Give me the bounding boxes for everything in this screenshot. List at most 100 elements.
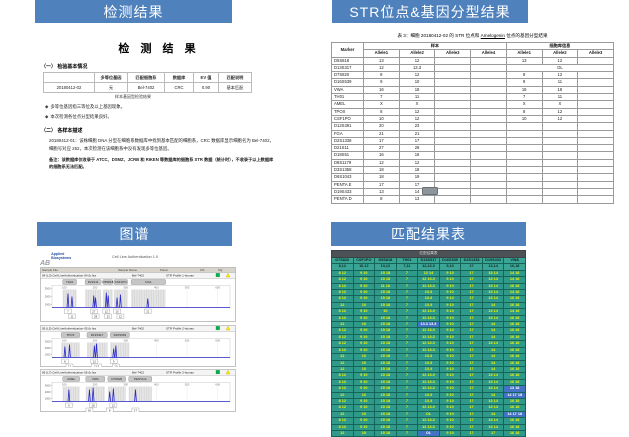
svg-text:2000: 2000 — [45, 390, 51, 394]
marker-row: D13S3171213.3 OL — [332, 64, 614, 71]
match-row[interactable]: 121015 187OL9 10171716 18 — [332, 430, 526, 436]
match-row[interactable]: 8 129 1010712 13.39 101713 1414 18 — [332, 309, 526, 315]
svg-text:X: X — [68, 403, 70, 407]
marker-column-header: D2S1338 — [461, 258, 483, 264]
svg-text:200: 200 — [93, 286, 98, 290]
cell: 20180412-02 — [44, 83, 95, 93]
sample-allele — [435, 167, 471, 174]
trace-panel: 06 (L7) Cell-LineAuthentication-06 (b.fs… — [40, 369, 236, 412]
column-header: EV 值 — [194, 73, 219, 83]
marker-name: D18S51 — [332, 152, 364, 159]
marker-name: D16S539 — [332, 79, 364, 86]
db-allele: 11 — [542, 79, 578, 86]
match-row[interactable]: 8 129 1015 18712 13.39 101713 1416 18 — [332, 405, 526, 411]
svg-text:TH01: TH01 — [66, 280, 74, 284]
svg-text:Sample File: Sample File — [42, 268, 58, 272]
match-row[interactable]: 8 129 1015 18712 149 101713 1414 18 — [332, 270, 526, 276]
svg-text:04 (L3) Cell-LineAuthenticatio: 04 (L3) Cell-LineAuthentication-04 (b.fs… — [42, 274, 96, 278]
note-paragraph: 备注：该数据库仅收录于 ATCC、DSMZ、JCRB 和 RIKEN 等数据库的… — [49, 156, 275, 170]
match-row[interactable]: 8 129 1015 18713.39 101713 1414 18 — [332, 290, 526, 296]
svg-text:12: 12 — [93, 359, 97, 363]
sample-allele: X — [364, 101, 400, 108]
sample-allele — [435, 108, 471, 115]
svg-text:3000: 3000 — [45, 287, 51, 291]
db-allele — [506, 130, 542, 137]
section-heading-2: （二） 各样本描述 — [41, 127, 283, 134]
section-heading-1: （一） 检验基本情况 — [41, 63, 283, 70]
marker-row: D18S511616 — [332, 152, 614, 159]
match-row[interactable]: 8 129 1015 18713.39 101713 1416 18 — [332, 296, 526, 302]
cell: 无 — [95, 83, 128, 93]
svg-text:D13S317: D13S317 — [91, 333, 104, 337]
sample-allele: 12 — [364, 64, 400, 71]
sample-allele — [471, 101, 507, 108]
sample-allele: 12 — [399, 72, 435, 79]
allele-header: Allele2 — [542, 50, 578, 57]
db-allele: 13 — [506, 57, 542, 64]
db-allele — [506, 123, 542, 130]
sample-allele: 13.3 — [399, 64, 435, 71]
db-allele — [578, 152, 614, 159]
match-row[interactable]: 8 129 1015 18712 13.39 101713 1413 18 — [332, 386, 526, 392]
sample-allele — [471, 108, 507, 115]
svg-text:17: 17 — [134, 408, 138, 412]
db-allele-ol: OL — [506, 64, 613, 71]
scroll-thumb[interactable] — [422, 187, 438, 195]
sample-allele — [471, 130, 507, 137]
sample-allele: 17 — [364, 137, 400, 144]
marker-row: D2S13381717 — [332, 137, 614, 144]
sample-allele — [435, 86, 471, 93]
marker-name: TPOX — [332, 108, 364, 115]
sample-allele — [435, 130, 471, 137]
svg-text:600: 600 — [215, 383, 220, 387]
svg-text:100: 100 — [62, 339, 67, 343]
db-allele: 12 — [542, 72, 578, 79]
match-row[interactable]: 8 129 1015 18713.39 101713 1416 18 — [332, 398, 526, 404]
allele-header-row: Allele1Allele2Allele3Allele4Allele1Allel… — [332, 50, 614, 57]
sample-allele — [471, 159, 507, 166]
db-allele: X — [506, 101, 542, 108]
amelogenin-link: Amelogenin — [481, 33, 505, 38]
db-allele: 12 — [542, 115, 578, 122]
svg-text:2000: 2000 — [45, 346, 51, 350]
match-row[interactable]: 8 129 1015 18712 13.39 101713 1416 18 — [332, 418, 526, 424]
svg-text:200: 200 — [93, 339, 98, 343]
sample-allele: X — [399, 101, 435, 108]
sample-allele — [435, 79, 471, 86]
pass-indicator-icon — [216, 273, 220, 277]
marker-column-header: D16S539 — [439, 258, 461, 264]
table-row: 20180412-02无Bel-7402CRC0.90基本匹配 — [44, 83, 252, 93]
section-bar-atlas: 图谱 — [37, 222, 232, 246]
svg-text:12: 12 — [112, 403, 116, 407]
sample-allele — [435, 94, 471, 101]
allele-header: Allele3 — [578, 50, 614, 57]
sample-allele — [435, 152, 471, 159]
cell: CRC — [165, 83, 194, 93]
marker-row: CSF1PO10121012 — [332, 115, 614, 122]
sample-allele — [435, 188, 471, 195]
match-row[interactable]: 8 129 1015 18712 13.39 101713 1416 18 — [332, 341, 526, 347]
str-genotype-document: 表 3：细胞 20180412-02 的 STR 位点和 Amelogenin … — [331, 28, 626, 216]
db-allele — [506, 137, 542, 144]
marker-name: D13S317 — [332, 64, 364, 71]
sample-allele — [435, 64, 471, 71]
match-row[interactable]: 8 129 1015 18712 13.39 101713 1416 18 — [332, 424, 526, 430]
db-allele — [578, 94, 614, 101]
band-row: 匹配结果表 — [332, 251, 526, 258]
str-genotype-table: Marker样本细胞库信息Allele1Allele2Allele3Allele… — [331, 42, 614, 204]
sample-allele: 8 — [364, 196, 400, 203]
match-row[interactable]: 8 129 1011 18712 13.39 101713 1416 18 — [332, 283, 526, 289]
svg-text:Sample Name: Sample Name — [118, 268, 137, 272]
match-row[interactable]: 8 129 1015 18712 13.39 101713 1416 18 — [332, 373, 526, 379]
match-row[interactable]: 8 129 1015 18712 13.39 101713 1414 18 — [332, 277, 526, 283]
db-allele: 12 — [542, 108, 578, 115]
marker-row: D5S81813121312 — [332, 57, 614, 64]
match-row[interactable]: 8 129 1015 18712 13.39 101713 1416 18 — [332, 315, 526, 321]
marker-row: PENTA D813 — [332, 196, 614, 203]
sample-allele — [435, 72, 471, 79]
db-allele — [578, 57, 614, 64]
match-result-document: 匹配结果表D7S820CSF1POD5S818TH01D13S317D16S53… — [331, 250, 527, 414]
pass-indicator-icon — [216, 370, 220, 374]
db-allele: 8 — [506, 108, 542, 115]
match-row[interactable]: 8 129 1015 18712 13.39 101713 1416 18 — [332, 379, 526, 385]
